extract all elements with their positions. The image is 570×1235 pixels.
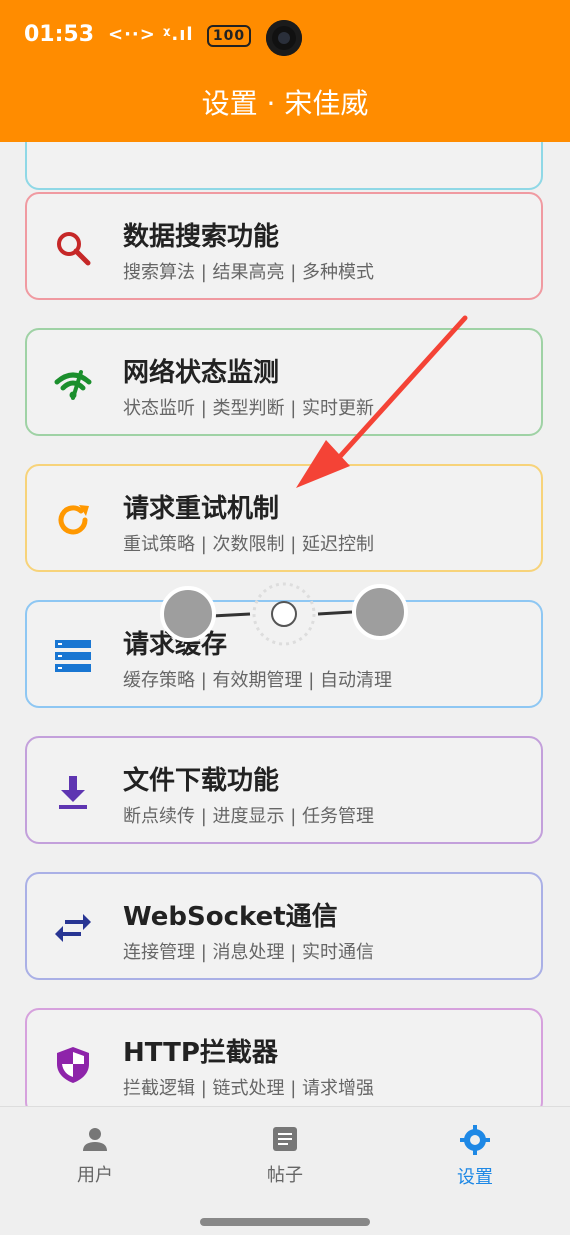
tab-label: 设置 xyxy=(457,1167,493,1188)
card-subtitle: 断点续传 | 进度显示 | 任务管理 xyxy=(123,806,375,827)
status-time: 01:53 xyxy=(24,22,95,47)
partial-card[interactable] xyxy=(25,142,543,190)
search-icon xyxy=(57,232,91,266)
download-icon xyxy=(59,776,87,809)
card-subtitle: 重试策略 | 次数限制 | 延迟控制 xyxy=(123,534,375,555)
tab-users[interactable]: 用户 xyxy=(35,1125,155,1187)
page-title: 设置 · 宋佳威 xyxy=(201,87,369,120)
card-subtitle: 状态监听 | 类型判断 | 实时更新 xyxy=(123,398,375,419)
card-title: 请求缓存 xyxy=(123,630,228,660)
wifi-off-icon xyxy=(54,370,92,400)
battery-icon: 100 xyxy=(206,25,252,47)
storage-icon xyxy=(55,640,91,672)
card-network[interactable]: 网络状态监测 状态监听 | 类型判断 | 实时更新 xyxy=(25,328,543,436)
card-title: 文件下载功能 xyxy=(123,766,280,796)
card-title: HTTP拦截器 xyxy=(123,1038,278,1068)
person-icon xyxy=(83,1128,107,1151)
swap-icon xyxy=(55,914,91,942)
bottom-navigation: 用户 帖子 设置 xyxy=(0,1106,570,1235)
card-subtitle: 缓存策略 | 有效期管理 | 自动清理 xyxy=(123,670,393,691)
camera-cutout xyxy=(266,20,302,56)
card-search[interactable]: 数据搜索功能 搜索算法 | 结果高亮 | 多种模式 xyxy=(25,192,543,300)
card-title: 数据搜索功能 xyxy=(123,222,280,252)
tab-settings[interactable]: 设置 xyxy=(415,1125,535,1189)
refresh-icon xyxy=(58,505,89,535)
settings-list[interactable]: 数据搜索功能 搜索算法 | 结果高亮 | 多种模式 网络状态监测 状态监听 | … xyxy=(0,142,570,1106)
shield-icon xyxy=(57,1047,89,1083)
card-title: 请求重试机制 xyxy=(123,494,280,524)
home-indicator[interactable] xyxy=(200,1218,370,1226)
app-bar: 01:53 <··> ᵡ.ıl 100 设置 · 宋佳威 xyxy=(0,0,570,142)
status-icons: <··> ᵡ.ıl 100 xyxy=(108,24,252,47)
card-title: WebSocket通信 xyxy=(123,902,338,932)
card-title: 网络状态监测 xyxy=(123,358,280,388)
signal-icon: <··> ᵡ.ıl xyxy=(108,24,194,45)
card-subtitle: 搜索算法 | 结果高亮 | 多种模式 xyxy=(123,262,375,283)
article-icon xyxy=(273,1127,297,1151)
card-retry[interactable]: 请求重试机制 重试策略 | 次数限制 | 延迟控制 xyxy=(25,464,543,572)
tab-label: 帖子 xyxy=(267,1165,303,1186)
card-websocket[interactable]: WebSocket通信 连接管理 | 消息处理 | 实时通信 xyxy=(25,872,543,980)
card-interceptor[interactable]: HTTP拦截器 拦截逻辑 | 链式处理 | 请求增强 xyxy=(25,1008,543,1106)
card-cache[interactable]: 请求缓存 缓存策略 | 有效期管理 | 自动清理 xyxy=(25,600,543,708)
card-subtitle: 拦截逻辑 | 链式处理 | 请求增强 xyxy=(123,1078,375,1099)
gear-icon xyxy=(460,1125,490,1155)
tab-label: 用户 xyxy=(77,1165,113,1186)
card-subtitle: 连接管理 | 消息处理 | 实时通信 xyxy=(123,942,375,963)
tab-posts[interactable]: 帖子 xyxy=(225,1125,345,1187)
card-download[interactable]: 文件下载功能 断点续传 | 进度显示 | 任务管理 xyxy=(25,736,543,844)
